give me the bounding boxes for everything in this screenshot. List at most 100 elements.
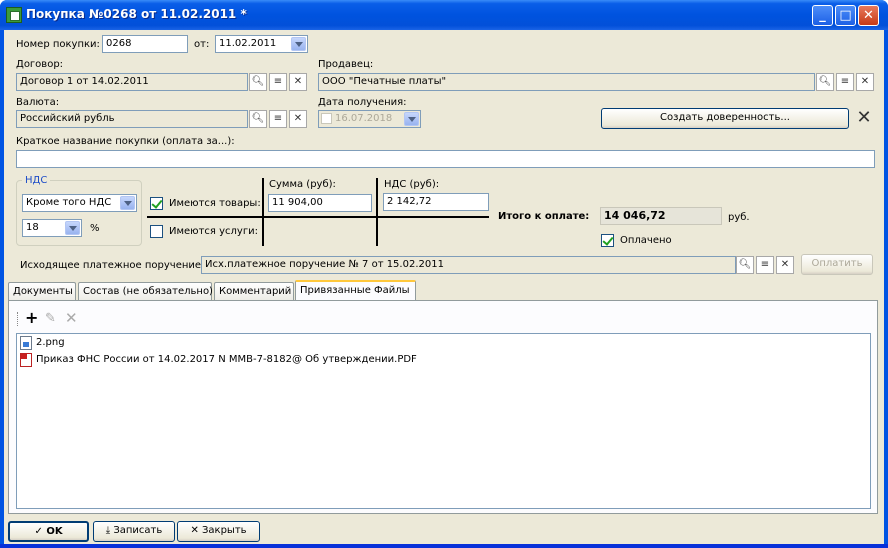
contract-label: Договор:: [16, 59, 64, 70]
search-icon: 🔍︎: [251, 113, 265, 124]
check-icon: ✓: [34, 526, 47, 537]
payment-order-label: Исходящее платежное поручение:: [20, 260, 205, 271]
purchase-number-input[interactable]: 0268: [102, 35, 188, 53]
receive-date-checkbox[interactable]: [321, 113, 332, 124]
payment-order-search-button[interactable]: 🔍︎: [736, 256, 754, 274]
receive-date-label: Дата получения:: [318, 97, 407, 108]
list-item[interactable]: Приказ ФНС России от 14.02.2017 N ММВ-7-…: [20, 352, 417, 368]
tab-attached-files[interactable]: Привязанные Файлы: [295, 280, 416, 301]
vat-group-label: НДС: [22, 175, 51, 186]
currency-search-button[interactable]: 🔍︎: [249, 110, 267, 128]
services-label: Имеются услуги:: [169, 226, 258, 237]
purchase-date-value: 11.02.2011: [219, 38, 277, 49]
title-bar[interactable]: Покупка №0268 от 11.02.2011 * _ □ ✕: [0, 0, 888, 30]
short-name-label: Краткое название покупки (оплата за...):: [16, 136, 235, 147]
receive-date-select[interactable]: 16.07.2018: [318, 110, 421, 128]
receive-date-value: 16.07.2018: [335, 113, 393, 124]
purchase-number-label: Номер покупки:: [16, 39, 100, 50]
vat-rate-select[interactable]: 18: [22, 219, 82, 237]
goods-vat-input[interactable]: 2 142,72: [383, 193, 489, 211]
ok-button[interactable]: ✓ OK: [8, 521, 89, 542]
form-body: Номер покупки: 0268 от: 11.02.2011 Догов…: [4, 30, 884, 544]
pay-button[interactable]: Оплатить: [801, 254, 873, 275]
file-name: Приказ ФНС России от 14.02.2017 N ММВ-7-…: [36, 354, 417, 365]
services-checkbox[interactable]: [150, 225, 163, 238]
contract-search-button[interactable]: 🔍︎: [249, 73, 267, 91]
search-icon: 🔍︎: [818, 76, 832, 87]
clear-icon: ✕: [780, 259, 790, 270]
payment-order-field[interactable]: Исх.платежное поручение № 7 от 15.02.201…: [201, 256, 736, 274]
close-button[interactable]: ✕ Закрыть: [177, 521, 260, 542]
goods-checkbox[interactable]: [150, 197, 163, 210]
tab-documents[interactable]: Документы: [8, 282, 76, 301]
add-icon[interactable]: +: [25, 309, 38, 327]
payment-order-clear-button[interactable]: ✕: [776, 256, 794, 274]
minimize-button[interactable]: _: [812, 5, 833, 26]
window-border: [0, 544, 888, 548]
pdf-file-icon: [20, 353, 32, 367]
close-window-button[interactable]: ✕: [858, 5, 879, 26]
select-list-icon: ≡: [273, 113, 283, 124]
contract-select-button[interactable]: ≡: [269, 73, 287, 91]
delete-icon[interactable]: ✕: [65, 309, 78, 327]
paid-checkbox[interactable]: [601, 234, 614, 247]
tab-panel: + ✎ ✕ 2.png Приказ ФНС России от 14.02.2…: [8, 300, 878, 514]
select-list-icon: ≡: [273, 76, 283, 87]
clear-icon: ✕: [293, 113, 303, 124]
select-list-icon: ≡: [840, 76, 850, 87]
seller-search-button[interactable]: 🔍︎: [816, 73, 834, 91]
chevron-down-icon[interactable]: [65, 221, 80, 235]
clear-icon: ✕: [860, 76, 870, 87]
sum-header: Сумма (руб):: [269, 179, 336, 190]
search-icon: 🔍︎: [251, 76, 265, 87]
chevron-down-icon[interactable]: [291, 37, 306, 51]
currency-clear-button[interactable]: ✕: [289, 110, 307, 128]
goods-sum-input[interactable]: 11 904,00: [268, 194, 372, 212]
list-item[interactable]: 2.png: [20, 335, 65, 351]
from-label: от:: [194, 39, 210, 50]
total-label: Итого к оплате:: [498, 211, 590, 222]
close-icon[interactable]: ✕: [853, 108, 875, 129]
save-button[interactable]: ⤓ Записать: [93, 521, 175, 542]
seller-select-button[interactable]: ≡: [836, 73, 854, 91]
grid-divider: [147, 216, 489, 218]
chevron-down-icon[interactable]: [120, 196, 135, 210]
short-name-input[interactable]: [16, 150, 875, 168]
chevron-down-icon[interactable]: [404, 112, 419, 126]
seller-clear-button[interactable]: ✕: [856, 73, 874, 91]
currency-select-button[interactable]: ≡: [269, 110, 287, 128]
files-list[interactable]: 2.png Приказ ФНС России от 14.02.2017 N …: [16, 333, 871, 509]
tab-comment[interactable]: Комментарий: [214, 282, 294, 301]
search-icon: 🔍︎: [738, 259, 752, 270]
seller-label: Продавец:: [318, 59, 374, 70]
window-title: Покупка №0268 от 11.02.2011 *: [26, 7, 247, 21]
close-icon: ✕: [190, 525, 202, 536]
contract-field[interactable]: Договор 1 от 14.02.2011: [16, 73, 248, 91]
purchase-date-select[interactable]: 11.02.2011: [215, 35, 308, 53]
tab-composition[interactable]: Состав (не обязательно): [78, 282, 213, 301]
file-name: 2.png: [36, 337, 65, 348]
currency-label: Валюта:: [16, 97, 60, 108]
image-file-icon: [20, 336, 32, 350]
app-icon: [6, 7, 22, 23]
goods-label: Имеются товары:: [169, 198, 261, 209]
currency-field[interactable]: Российский рубль: [16, 110, 248, 128]
create-power-of-attorney-button[interactable]: Создать доверенность...: [601, 108, 849, 129]
clear-icon: ✕: [293, 76, 303, 87]
maximize-button[interactable]: □: [835, 5, 856, 26]
toolbar-grip: [17, 312, 20, 326]
grid-divider: [262, 178, 264, 246]
total-currency: руб.: [728, 212, 750, 223]
vat-mode-value: Кроме того НДС: [26, 197, 112, 208]
percent-sign: %: [90, 223, 100, 234]
select-list-icon: ≡: [760, 259, 770, 270]
vat-header: НДС (руб):: [384, 179, 440, 190]
grid-divider: [376, 178, 378, 246]
contract-clear-button[interactable]: ✕: [289, 73, 307, 91]
seller-field[interactable]: ООО "Печатные платы": [318, 73, 815, 91]
payment-order-select-button[interactable]: ≡: [756, 256, 774, 274]
paid-label: Оплачено: [620, 235, 672, 246]
edit-icon[interactable]: ✎: [45, 310, 56, 328]
vat-mode-select[interactable]: Кроме того НДС: [22, 194, 137, 212]
vat-rate-value: 18: [26, 222, 39, 233]
